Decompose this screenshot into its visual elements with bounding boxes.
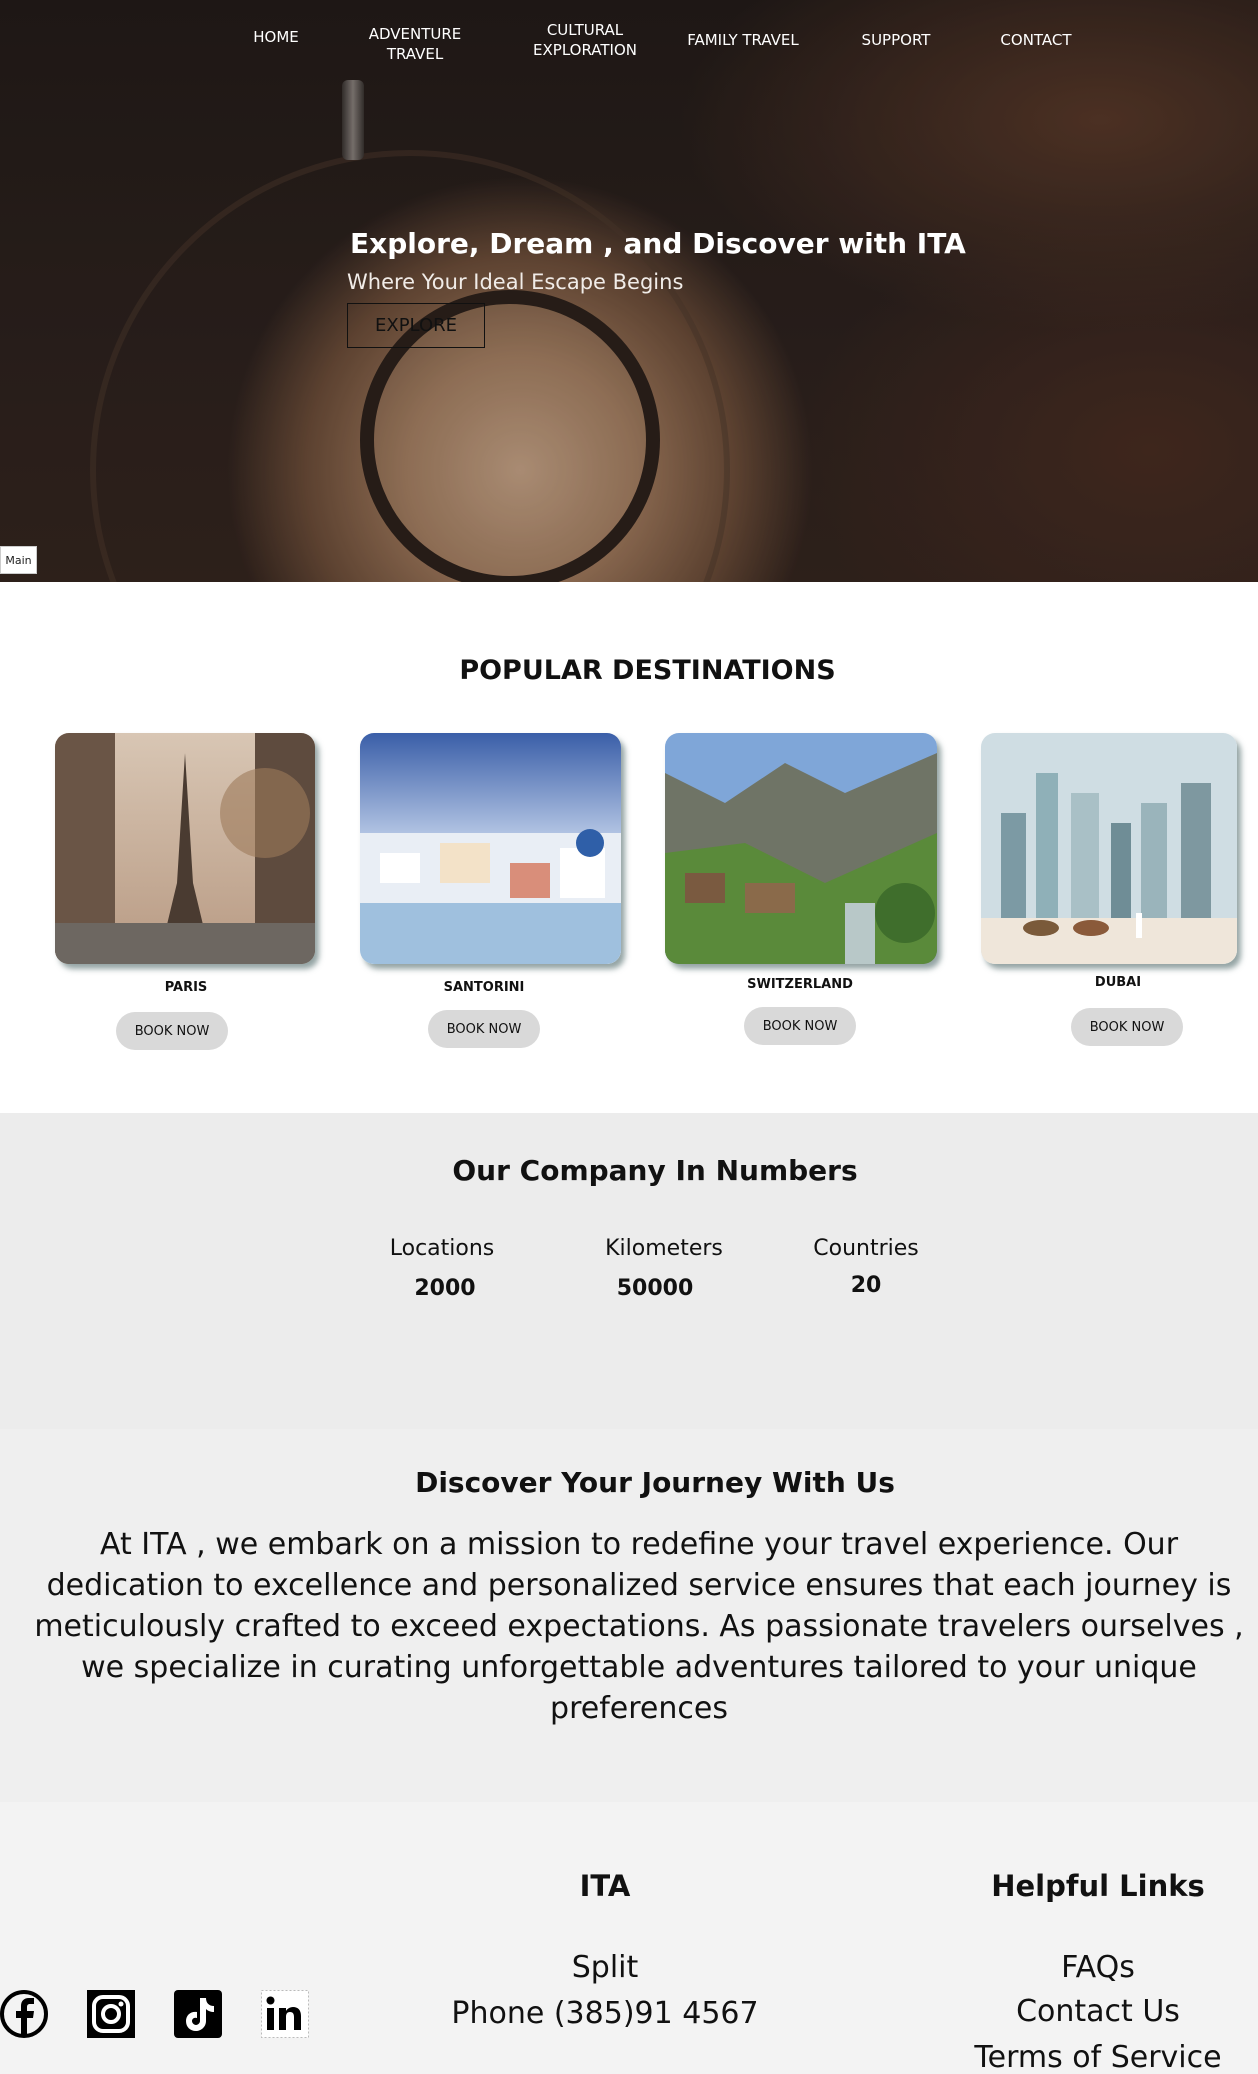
stat-locations-value: 2000: [414, 1276, 476, 1301]
nav-family-travel[interactable]: FAMILY TRAVEL: [682, 30, 804, 50]
nav-cultural-exploration[interactable]: CULTURAL EXPLORATION: [525, 20, 645, 60]
stat-locations-label: Locations: [389, 1236, 495, 1261]
top-navigation: HOME ADVENTURE TRAVEL CULTURAL EXPLORATI…: [0, 0, 1258, 70]
stat-kilometers-label: Kilometers: [605, 1236, 723, 1261]
footer-ita-title: ITA: [579, 1869, 631, 1903]
footer-links-title: Helpful Links: [991, 1869, 1205, 1903]
footer-link-terms[interactable]: Terms of Service: [898, 2040, 1258, 2074]
stat-countries-value: 20: [850, 1273, 882, 1298]
numbers-title: Our Company In Numbers: [452, 1154, 858, 1187]
book-now-santorini-button[interactable]: BOOK NOW: [428, 1010, 540, 1048]
footer-link-faqs[interactable]: FAQs: [948, 1950, 1248, 1985]
facebook-icon[interactable]: [0, 1990, 48, 2038]
main-tab[interactable]: Main: [0, 546, 37, 574]
instagram-icon[interactable]: [87, 1990, 135, 2038]
stat-countries-label: Countries: [813, 1236, 919, 1261]
nav-cultural-line2: EXPLORATION: [533, 41, 637, 59]
santorini-image: [360, 733, 621, 964]
journey-text: At ITA , we embark on a mission to redef…: [34, 1527, 1244, 1726]
nav-adventure-line1: ADVENTURE: [368, 25, 462, 43]
globe-stem: [342, 80, 364, 160]
nav-home[interactable]: HOME: [250, 27, 302, 47]
explore-button[interactable]: EXPLORE: [347, 303, 485, 348]
hero-title: Explore, Dream , and Discover with ITA: [350, 227, 966, 260]
santorini-label: SANTORINI: [443, 980, 525, 995]
switzerland-label: SWITZERLAND: [747, 977, 853, 992]
linkedin-icon[interactable]: [261, 1990, 309, 2038]
switzerland-image: [665, 733, 937, 964]
destinations-title: POPULAR DESTINATIONS: [459, 655, 836, 686]
paris-image: [55, 733, 315, 964]
footer-phone: Phone (385)91 4567: [451, 1996, 759, 2031]
journey-title: Discover Your Journey With Us: [415, 1466, 895, 1499]
dubai-label: DUBAI: [1094, 975, 1142, 990]
stat-kilometers-value: 50000: [616, 1276, 694, 1301]
footer-city: Split: [571, 1950, 639, 1985]
book-now-paris-button[interactable]: BOOK NOW: [116, 1012, 228, 1050]
hero-subtitle: Where Your Ideal Escape Begins: [347, 270, 684, 294]
book-now-switzerland-button[interactable]: BOOK NOW: [744, 1007, 856, 1045]
globe-image: [90, 150, 730, 582]
book-now-dubai-button[interactable]: BOOK NOW: [1071, 1008, 1183, 1046]
nav-support[interactable]: SUPPORT: [856, 30, 936, 50]
dubai-image: [981, 733, 1237, 964]
nav-adventure-line2: TRAVEL: [386, 45, 444, 63]
nav-adventure-travel[interactable]: ADVENTURE TRAVEL: [360, 24, 470, 64]
tiktok-icon[interactable]: [174, 1990, 222, 2038]
paris-label: PARIS: [164, 980, 208, 995]
nav-cultural-line1: CULTURAL: [546, 21, 624, 39]
footer-link-contact-us[interactable]: Contact Us: [948, 1994, 1248, 2029]
nav-contact[interactable]: CONTACT: [998, 30, 1074, 50]
